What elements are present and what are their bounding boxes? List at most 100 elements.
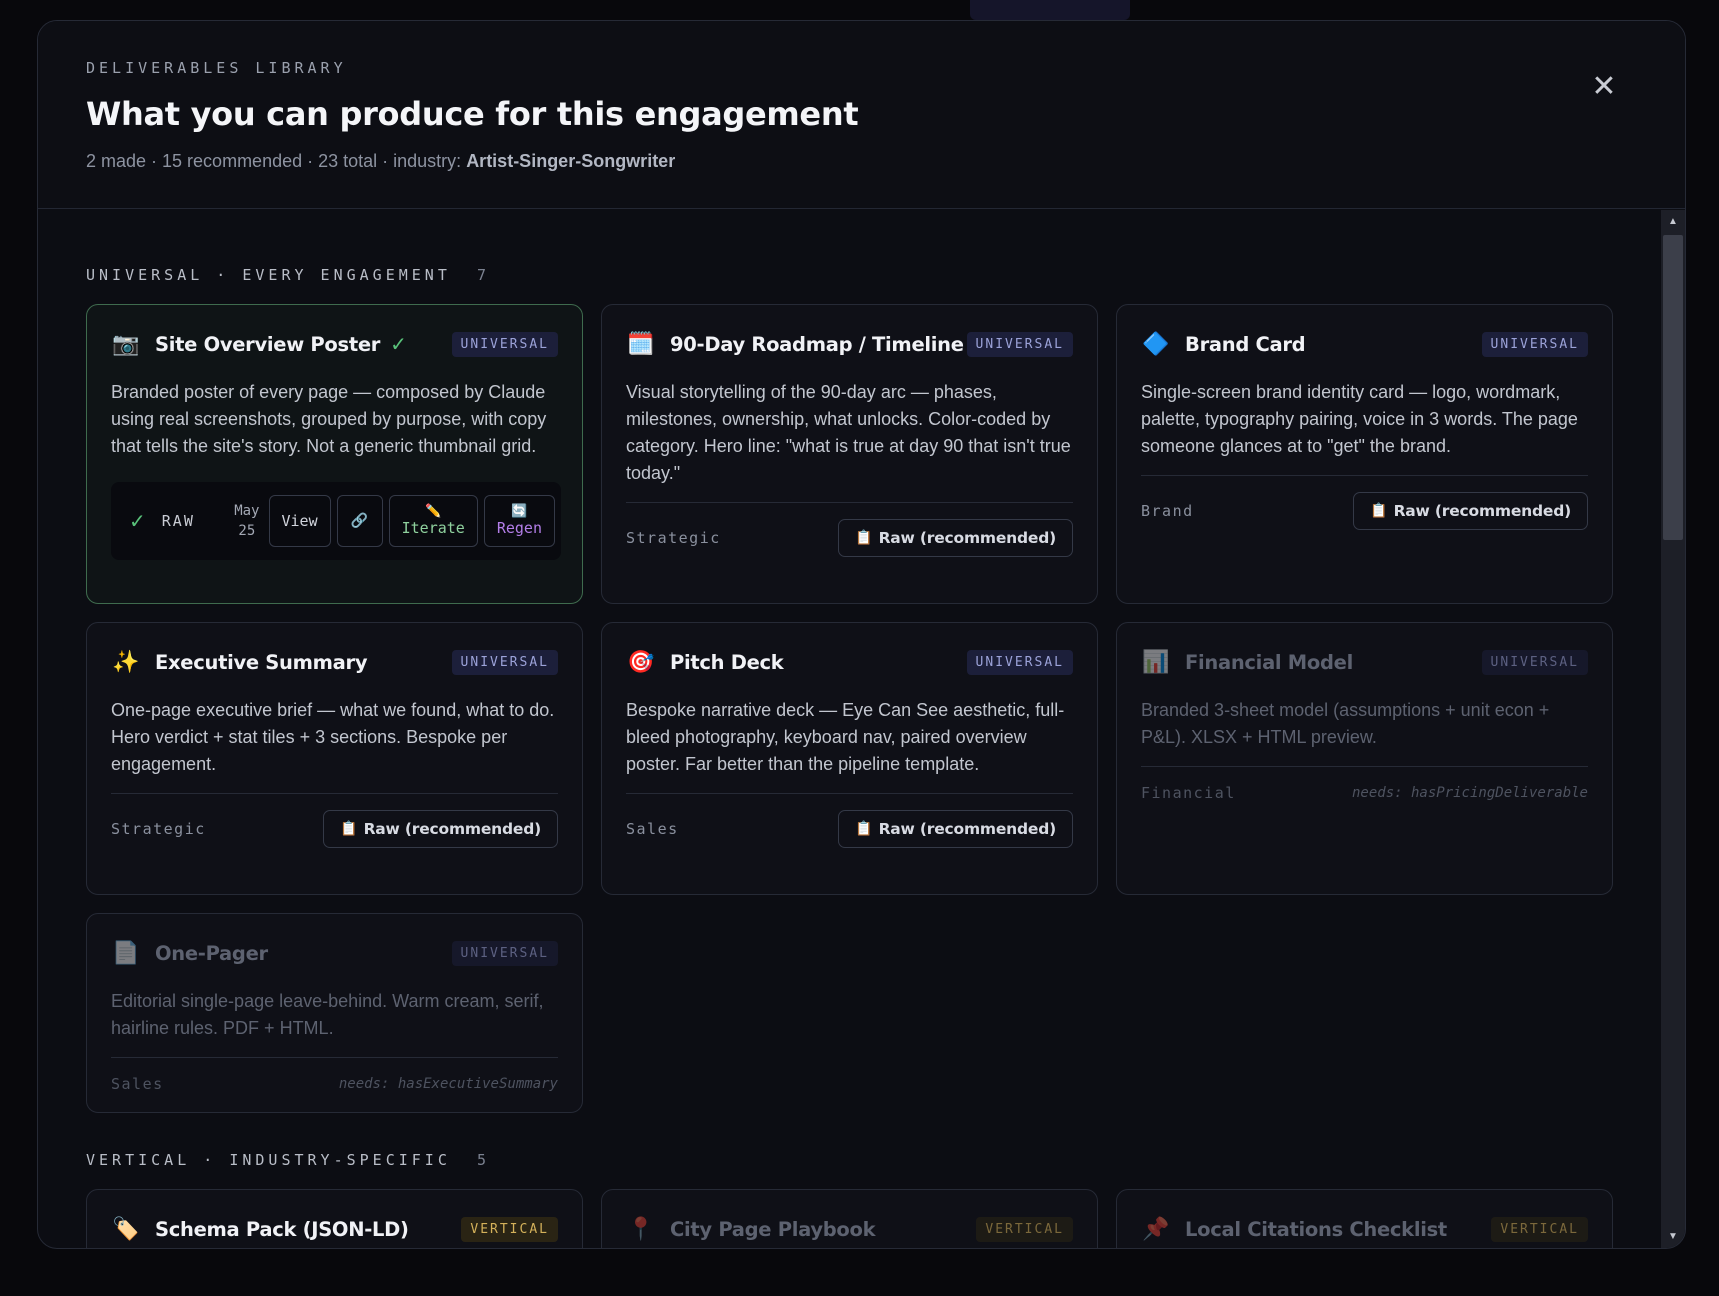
modal-subtitle: 2 made · 15 recommended · 23 total · ind… <box>86 151 1637 172</box>
requirement-note: needs: hasExecutiveSummary <box>338 1075 558 1092</box>
scroll-up-arrow-icon[interactable]: ▲ <box>1661 216 1685 227</box>
pencil-icon: ✏️ <box>425 504 442 519</box>
card-brand-card[interactable]: 🔷 Brand Card UNIVERSAL Single-screen bra… <box>1116 304 1613 604</box>
regenerate-button[interactable]: 🔄 Regen <box>483 495 555 547</box>
scrollbar-thumb[interactable] <box>1663 235 1683 540</box>
tag-badge: UNIVERSAL <box>1481 331 1588 357</box>
diamond-icon: 🔷 <box>1142 331 1170 356</box>
pushpin-icon: 📌 <box>1142 1216 1170 1241</box>
card-executive-summary[interactable]: ✨ Executive Summary UNIVERSAL One-page e… <box>86 622 583 895</box>
scrollbar[interactable]: ▲ ▼ <box>1661 210 1685 1248</box>
tag-badge: UNIVERSAL <box>451 940 558 966</box>
link-icon: 🔗 <box>350 513 369 529</box>
card-description: Visual storytelling of the 90-day arc — … <box>626 382 1071 483</box>
stats-text: 2 made · 15 recommended · 23 total · ind… <box>86 151 467 171</box>
deliverables-modal: DELIVERABLES LIBRARY What you can produc… <box>37 20 1686 1249</box>
eyebrow: DELIVERABLES LIBRARY <box>86 59 347 77</box>
universal-grid: 📷 Site Overview Poster ✓ UNIVERSAL Brande… <box>86 304 1613 1113</box>
category-label: Strategic <box>111 819 206 838</box>
tag-badge: VERTICAL <box>461 1216 558 1242</box>
card-footer: Sales needs: hasExecutiveSummary <box>111 1057 558 1097</box>
tag-badge: UNIVERSAL <box>966 649 1073 675</box>
iterate-button[interactable]: ✏️ Iterate <box>388 495 478 547</box>
calendar-icon: 🗓️ <box>627 331 655 356</box>
sparkles-icon: ✨ <box>112 649 140 674</box>
card-90-day-roadmap[interactable]: 🗓️ 90-Day Roadmap / Timeline UNIVERSAL V… <box>601 304 1098 604</box>
section-count: 7 <box>476 266 490 284</box>
card-title: One-Pager <box>155 941 268 965</box>
raw-recommended-button[interactable]: 📋 Raw (recommended) <box>838 518 1073 557</box>
tag-badge: UNIVERSAL <box>966 331 1073 357</box>
bar-chart-icon: 📊 <box>1142 649 1170 674</box>
check-icon: ✓ <box>390 332 407 356</box>
clipboard-icon: 📋 <box>855 820 873 837</box>
category-label: Sales <box>626 819 679 838</box>
raw-recommended-button[interactable]: 📋 Raw (recommended) <box>323 809 558 848</box>
camera-icon: 📷 <box>112 331 140 356</box>
card-pitch-deck[interactable]: 🎯 Pitch Deck UNIVERSAL Bespoke narrative… <box>601 622 1098 895</box>
view-button[interactable]: View <box>268 495 331 547</box>
label-icon: 🏷️ <box>112 1216 140 1241</box>
close-button[interactable]: ✕ <box>1587 69 1621 103</box>
clipboard-icon: 📋 <box>1370 502 1388 519</box>
card-footer: Brand 📋 Raw (recommended) <box>1141 475 1588 533</box>
target-icon: 🎯 <box>627 649 655 674</box>
card-city-page-playbook: 📍 City Page Playbook VERTICAL <box>601 1189 1098 1248</box>
section-vertical-label: VERTICAL · INDUSTRY-SPECIFIC 5 <box>86 1151 490 1169</box>
version-label: RAW <box>161 512 195 530</box>
card-description: One-page executive brief — what we found… <box>111 700 555 774</box>
clipboard-icon: 📋 <box>340 820 358 837</box>
card-footer: Sales 📋 Raw (recommended) <box>626 793 1073 851</box>
document-icon: 📄 <box>112 940 140 965</box>
card-title: Financial Model <box>1185 650 1353 674</box>
card-title: Local Citations Checklist <box>1185 1217 1447 1241</box>
card-footer: Strategic 📋 Raw (recommended) <box>111 793 558 851</box>
requirement-note: needs: hasPricingDeliverable <box>1351 784 1588 801</box>
tag-badge: UNIVERSAL <box>451 331 558 357</box>
modal-header: DELIVERABLES LIBRARY What you can produc… <box>38 21 1685 209</box>
card-local-citations-checklist: 📌 Local Citations Checklist VERTICAL <box>1116 1189 1613 1248</box>
section-count: 5 <box>476 1151 490 1169</box>
card-footer: Financial needs: hasPricingDeliverable <box>1141 766 1588 806</box>
card-title: Pitch Deck <box>670 650 784 674</box>
card-title: Brand Card <box>1185 332 1306 356</box>
card-schema-pack[interactable]: 🏷️ Schema Pack (JSON-LD) VERTICAL <box>86 1189 583 1248</box>
category-label: Financial <box>1141 783 1236 802</box>
category-label: Sales <box>111 1074 164 1093</box>
category-label: Brand <box>1141 501 1194 520</box>
scroll-down-arrow-icon[interactable]: ▼ <box>1661 1231 1685 1242</box>
card-financial-model: 📊 Financial Model UNIVERSAL Branded 3-sh… <box>1116 622 1613 895</box>
card-description: Editorial single-page leave-behind. Warm… <box>111 991 544 1038</box>
card-title: Executive Summary <box>155 650 368 674</box>
card-title: City Page Playbook <box>670 1217 876 1241</box>
card-title: 90-Day Roadmap / Timeline <box>670 332 964 356</box>
tag-badge: UNIVERSAL <box>451 649 558 675</box>
category-label: Strategic <box>626 528 721 547</box>
version-date: May 25 <box>234 503 260 539</box>
tag-badge: VERTICAL <box>976 1216 1073 1242</box>
tag-badge: UNIVERSAL <box>1481 649 1588 675</box>
card-description: Bespoke narrative deck — Eye Can See aes… <box>626 700 1065 774</box>
vertical-grid: 🏷️ Schema Pack (JSON-LD) VERTICAL 📍 City… <box>86 1189 1613 1248</box>
industry-value: Artist-Singer-Songwriter <box>466 151 676 171</box>
raw-recommended-button[interactable]: 📋 Raw (recommended) <box>1353 491 1588 530</box>
section-universal-label: UNIVERSAL · EVERY ENGAGEMENT 7 <box>86 266 490 284</box>
modal-title: What you can produce for this engagement <box>86 95 859 133</box>
copy-link-button[interactable]: 🔗 <box>336 495 383 547</box>
refresh-icon: 🔄 <box>511 504 528 519</box>
card-description: Branded 3-sheet model (assumptions + uni… <box>1141 700 1550 747</box>
check-icon: ✓ <box>129 510 146 533</box>
card-description: Branded poster of every page — composed … <box>111 382 547 456</box>
card-title: Schema Pack (JSON-LD) <box>155 1217 409 1241</box>
made-version-bar: ✓ RAW May 25 View 🔗 ✏️ Iterate 🔄 Regen <box>111 482 561 560</box>
card-title: Site Overview Poster ✓ <box>155 332 407 356</box>
tag-badge: VERTICAL <box>1491 1216 1588 1242</box>
modal-body: UNIVERSAL · EVERY ENGAGEMENT 7 📷 Site Ov… <box>38 210 1661 1248</box>
card-footer: Strategic 📋 Raw (recommended) <box>626 502 1073 560</box>
card-one-pager: 📄 One-Pager UNIVERSAL Editorial single-p… <box>86 913 583 1113</box>
pin-icon: 📍 <box>627 1216 655 1241</box>
clipboard-icon: 📋 <box>855 529 873 546</box>
raw-recommended-button[interactable]: 📋 Raw (recommended) <box>838 809 1073 848</box>
card-description: Single-screen brand identity card — logo… <box>1141 382 1578 456</box>
card-site-overview-poster[interactable]: 📷 Site Overview Poster ✓ UNIVERSAL Brande… <box>86 304 583 604</box>
